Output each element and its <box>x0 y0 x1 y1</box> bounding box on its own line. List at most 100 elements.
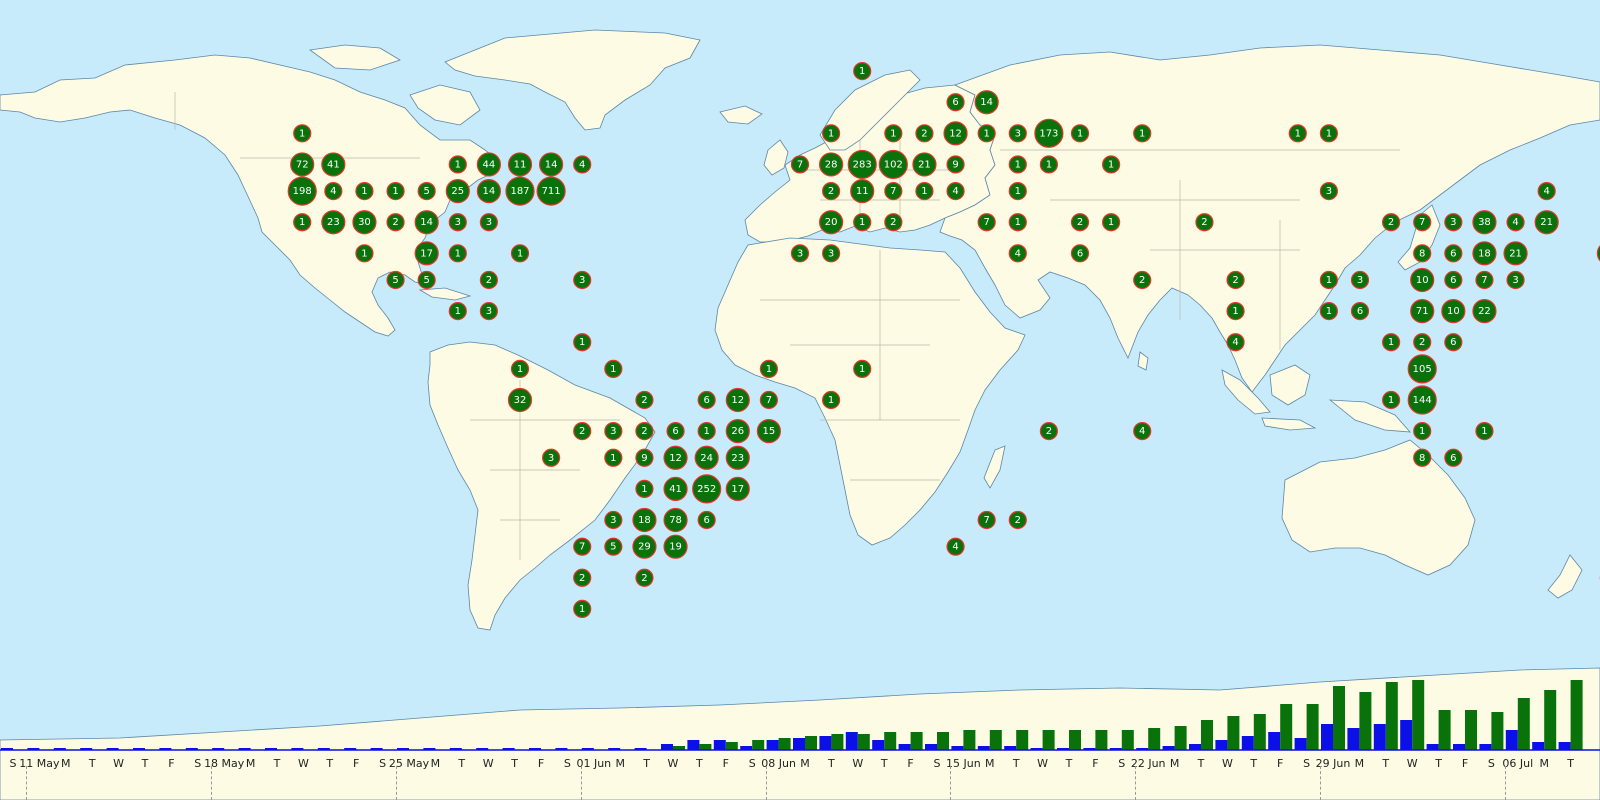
marker-98[interactable]: 1 <box>1008 182 1027 201</box>
marker-144[interactable]: 105 <box>1407 354 1437 384</box>
marker-76[interactable]: 12 <box>943 121 968 146</box>
marker-9[interactable]: 14 <box>476 179 501 204</box>
marker-153[interactable]: 6 <box>1444 448 1463 467</box>
marker-56[interactable]: 41 <box>663 476 688 501</box>
marker-46[interactable]: 1 <box>697 422 716 441</box>
marker-61[interactable]: 78 <box>663 507 688 533</box>
marker-43[interactable]: 3 <box>604 422 623 441</box>
marker-85[interactable]: 28 <box>819 152 844 177</box>
marker-83[interactable]: 1 <box>1319 124 1338 143</box>
marker-132[interactable]: 1 <box>1226 302 1245 321</box>
marker-25[interactable]: 17 <box>414 241 439 266</box>
marker-129[interactable]: 6 <box>1444 270 1463 290</box>
marker-28[interactable]: 5 <box>386 270 405 290</box>
marker-15[interactable]: 14 <box>539 152 564 177</box>
marker-70[interactable]: 1 <box>853 62 872 81</box>
marker-65[interactable]: 29 <box>632 534 657 559</box>
marker-93[interactable]: 2 <box>822 182 841 201</box>
marker-90[interactable]: 1 <box>1008 155 1027 174</box>
marker-143[interactable]: 1 <box>853 359 872 378</box>
marker-110[interactable]: 7 <box>1413 213 1432 232</box>
marker-105[interactable]: 1 <box>1008 213 1027 232</box>
marker-109[interactable]: 2 <box>1382 213 1401 232</box>
marker-24[interactable]: 1 <box>355 244 374 263</box>
marker-41[interactable]: 7 <box>759 390 778 410</box>
marker-17[interactable]: 1 <box>293 213 312 232</box>
marker-13[interactable]: 44 <box>476 152 501 177</box>
marker-148[interactable]: 2 <box>1039 422 1058 441</box>
marker-10[interactable]: 187 <box>505 176 535 206</box>
marker-152[interactable]: 8 <box>1413 448 1432 467</box>
marker-57[interactable]: 252 <box>692 474 722 504</box>
marker-140[interactable]: 2 <box>1413 333 1432 352</box>
marker-79[interactable]: 173 <box>1034 118 1064 148</box>
marker-89[interactable]: 9 <box>946 155 965 174</box>
marker-72[interactable]: 14 <box>974 90 999 115</box>
marker-60[interactable]: 18 <box>632 507 657 533</box>
map-view[interactable]: 1 72 41 198 4 1 1 5 25 14 187 711 1 44 11 14 4 1 23 30 2 14 3 3… <box>0 0 1600 800</box>
marker-149[interactable]: 4 <box>1133 422 1152 441</box>
marker-78[interactable]: 3 <box>1008 124 1027 143</box>
marker-30[interactable]: 2 <box>479 270 498 290</box>
marker-8[interactable]: 25 <box>445 179 470 204</box>
marker-59[interactable]: 3 <box>604 510 623 530</box>
marker-50[interactable]: 1 <box>604 448 623 467</box>
marker-94[interactable]: 11 <box>850 179 875 204</box>
marker-131[interactable]: 3 <box>1506 270 1525 290</box>
marker-82[interactable]: 1 <box>1288 124 1307 143</box>
marker-145[interactable]: 1 <box>822 390 841 410</box>
marker-71[interactable]: 6 <box>946 93 965 112</box>
marker-64[interactable]: 5 <box>604 537 623 556</box>
marker-32[interactable]: 1 <box>448 302 467 321</box>
marker-27[interactable]: 1 <box>510 244 530 263</box>
marker-7[interactable]: 5 <box>417 182 436 201</box>
marker-135[interactable]: 71 <box>1410 299 1435 324</box>
marker-136[interactable]: 10 <box>1441 299 1466 324</box>
marker-62[interactable]: 6 <box>697 510 716 530</box>
marker-96[interactable]: 1 <box>915 182 934 201</box>
marker-63[interactable]: 7 <box>573 537 592 556</box>
marker-6[interactable]: 1 <box>386 182 405 201</box>
marker-37[interactable]: 32 <box>507 387 533 413</box>
marker-11[interactable]: 711 <box>536 176 566 206</box>
marker-58[interactable]: 17 <box>725 476 750 501</box>
marker-80[interactable]: 1 <box>1070 124 1090 143</box>
marker-18[interactable]: 23 <box>321 210 346 235</box>
marker-49[interactable]: 3 <box>542 448 561 467</box>
marker-38[interactable]: 2 <box>635 390 654 410</box>
marker-14[interactable]: 11 <box>507 152 533 177</box>
marker-101[interactable]: 20 <box>819 210 844 235</box>
marker-86[interactable]: 283 <box>847 149 877 180</box>
marker-45[interactable]: 6 <box>666 422 685 441</box>
marker-5[interactable]: 1 <box>355 182 374 201</box>
marker-19[interactable]: 30 <box>352 210 377 235</box>
marker-119[interactable]: 8 <box>1413 244 1432 263</box>
marker-2[interactable]: 41 <box>321 152 346 177</box>
marker-51[interactable]: 9 <box>635 448 654 467</box>
marker-150[interactable]: 1 <box>1413 422 1432 441</box>
marker-103[interactable]: 2 <box>884 213 903 232</box>
marker-3[interactable]: 198 <box>287 176 317 206</box>
marker-108[interactable]: 2 <box>1195 213 1214 232</box>
marker-48[interactable]: 15 <box>756 419 781 444</box>
marker-40[interactable]: 12 <box>725 387 750 413</box>
marker-107[interactable]: 1 <box>1102 213 1121 232</box>
marker-1[interactable]: 72 <box>290 152 315 177</box>
marker-146[interactable]: 1 <box>1382 390 1401 410</box>
world-map[interactable]: 172 41198 4 1 1 5 25 14 187 7111 44 11 14 41 23 30 2 14 3 3… <box>0 0 1600 800</box>
marker-91[interactable]: 1 <box>1039 155 1058 174</box>
marker-20[interactable]: 2 <box>386 213 405 232</box>
marker-120[interactable]: 6 <box>1444 244 1463 263</box>
marker-126[interactable]: 1 <box>1319 270 1338 290</box>
marker-112[interactable]: 38 <box>1472 210 1497 235</box>
marker-127[interactable]: 3 <box>1350 270 1370 290</box>
marker-113[interactable]: 4 <box>1506 213 1525 232</box>
marker-115[interactable]: 3 <box>790 244 810 263</box>
marker-36[interactable]: 1 <box>604 359 623 378</box>
marker-68[interactable]: 2 <box>635 568 654 587</box>
marker-22[interactable]: 3 <box>448 213 467 232</box>
marker-125[interactable]: 2 <box>1226 270 1245 290</box>
marker-88[interactable]: 21 <box>912 152 937 177</box>
marker-95[interactable]: 7 <box>884 182 903 201</box>
marker-74[interactable]: 1 <box>884 124 903 143</box>
